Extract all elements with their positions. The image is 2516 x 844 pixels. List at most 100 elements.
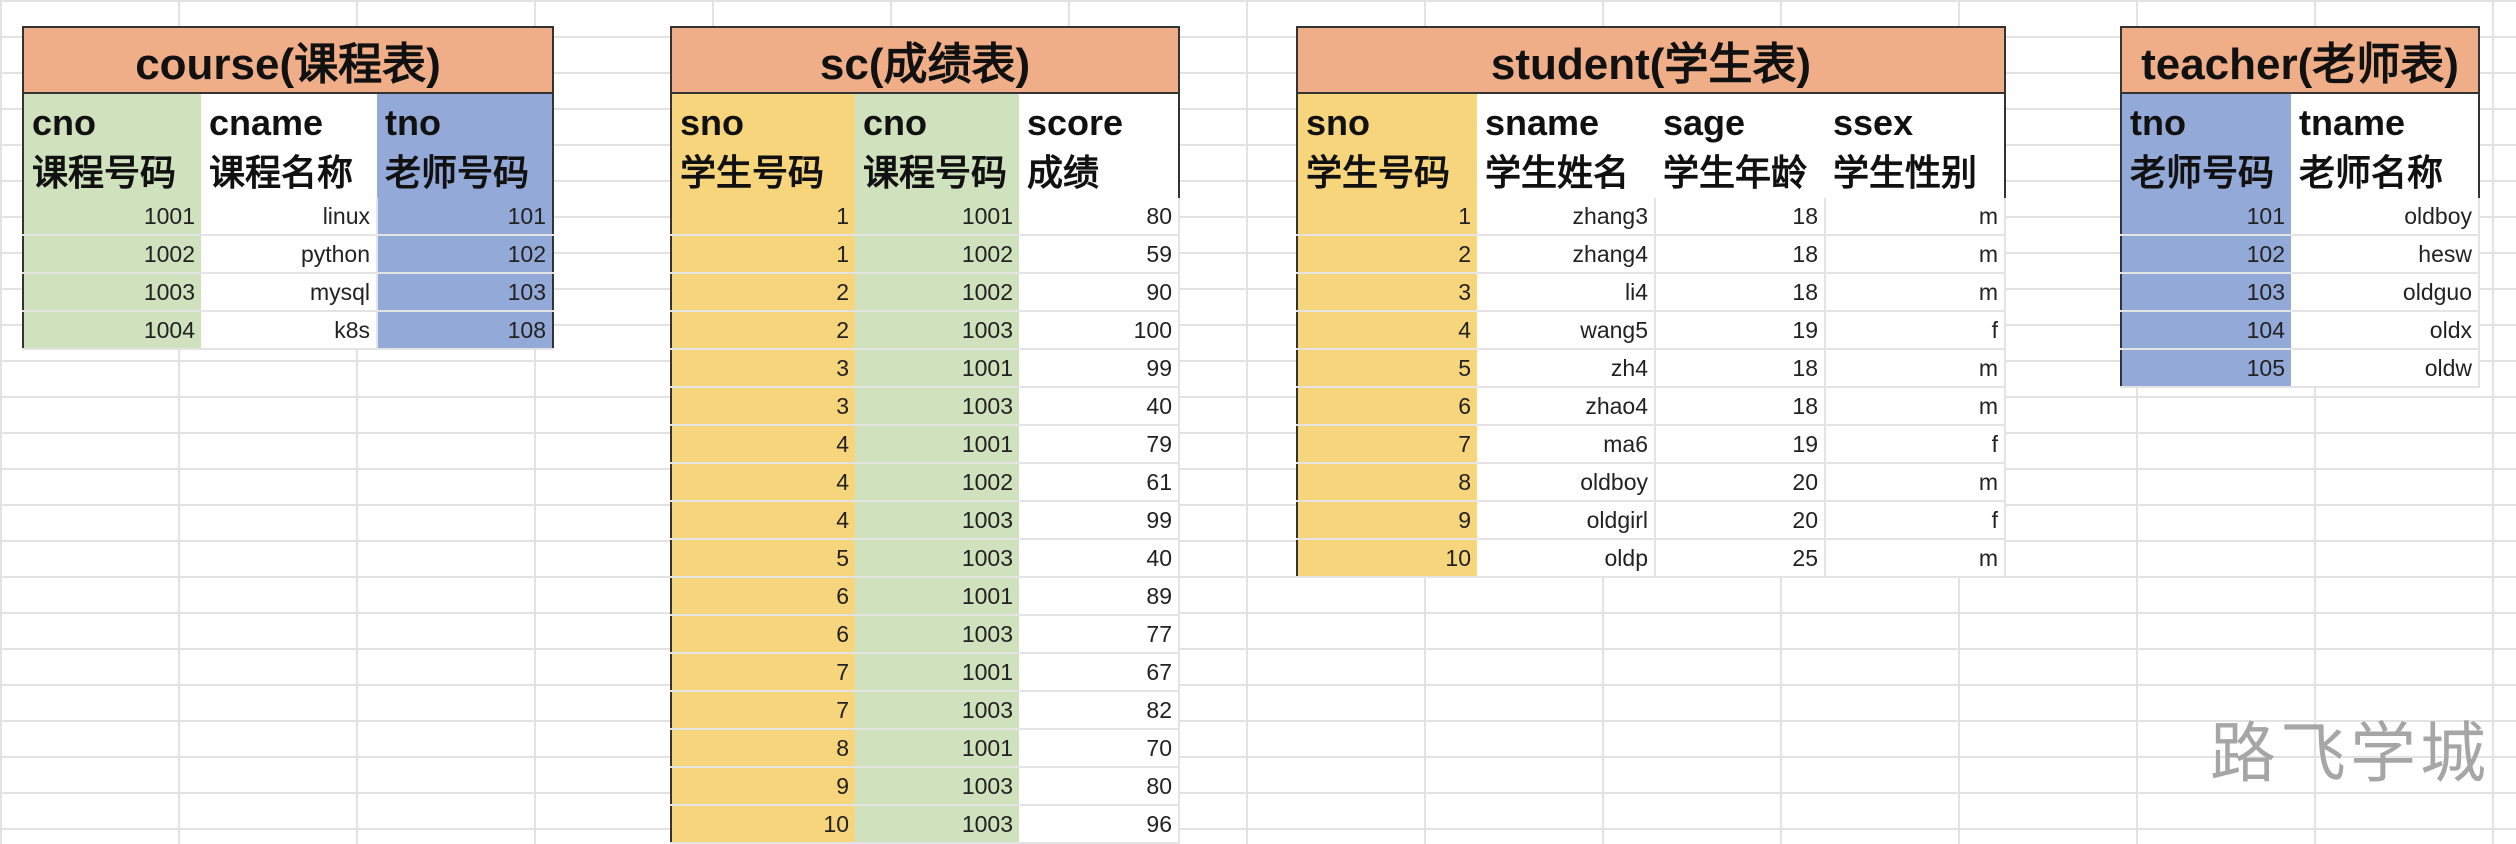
table-cell: m — [1825, 198, 2006, 236]
table-cell: 1001 — [855, 729, 1019, 768]
table-row: 3 1001 99 — [671, 349, 1180, 388]
table-cell: oldx — [2291, 311, 2480, 350]
table-cell: 4 — [1297, 311, 1477, 350]
table-cell: 80 — [1019, 198, 1180, 236]
table-row: 105 oldw — [2121, 349, 2480, 388]
table-cell: 1001 — [855, 577, 1019, 616]
table-row: 1003 mysql 103 — [23, 273, 553, 312]
table-cell: oldw — [2291, 349, 2480, 388]
table-cell: zhang3 — [1477, 198, 1656, 236]
table-cell: mysql — [201, 273, 378, 312]
table-cell: 89 — [1019, 577, 1180, 616]
teacher-table: teacher(老师表) tno 老师号码 tname 老师名称 101 oldboy… — [2120, 26, 2480, 388]
student-header-sname: sname 学生姓名 — [1477, 93, 1655, 198]
table-cell: 1003 — [23, 273, 201, 312]
header-cn: 学生性别 — [1833, 152, 1978, 193]
table-cell: zh4 — [1477, 349, 1656, 388]
table-row: 5 1003 40 — [671, 539, 1180, 578]
watermark-logo: 路飞学城 — [2210, 715, 2490, 792]
table-row: 102 hesw — [2121, 235, 2480, 274]
table-cell: 3 — [671, 349, 855, 388]
table-cell: 5 — [1297, 349, 1477, 388]
header-en: tname — [2299, 102, 2406, 143]
table-cell: f — [1825, 425, 2006, 464]
table-cell: 99 — [1019, 501, 1180, 540]
table-cell: 1002 — [855, 235, 1019, 274]
table-cell: f — [1825, 311, 2006, 350]
table-cell: 2 — [671, 273, 855, 312]
student-header-sno: sno 学生号码 — [1297, 93, 1477, 198]
table-row: 10 1003 96 — [671, 805, 1180, 844]
table-cell: f — [1825, 501, 2006, 540]
table-cell: 18 — [1655, 235, 1826, 274]
header-cn: 课程号码 — [863, 152, 1008, 193]
course-table-body: 1001 linux 101 1002 python 102 1003 mysql 103 100… — [23, 198, 553, 350]
table-cell: m — [1825, 387, 2006, 426]
table-cell: python — [201, 235, 378, 274]
table-cell: 90 — [1019, 273, 1180, 312]
table-row: 4 1003 99 — [671, 501, 1180, 540]
student-header-sage: sage 学生年龄 — [1655, 93, 1825, 198]
table-cell: 2 — [1297, 235, 1477, 274]
course-header-cname: cname 课程名称 — [201, 93, 377, 198]
table-cell: 101 — [2121, 198, 2291, 236]
table-cell: oldboy — [2291, 198, 2480, 236]
header-en: sno — [1306, 102, 1371, 143]
header-en: sno — [680, 102, 745, 143]
table-cell: 6 — [1297, 387, 1477, 426]
table-cell: ma6 — [1477, 425, 1656, 464]
header-en: cno — [32, 102, 97, 143]
header-cn: 成绩 — [1027, 152, 1100, 193]
table-row: 3 1003 40 — [671, 387, 1180, 426]
table-cell: 77 — [1019, 615, 1180, 654]
table-cell: 19 — [1655, 311, 1826, 350]
header-cn: 学生号码 — [1306, 152, 1451, 193]
table-row: 7 ma6 19 f — [1297, 425, 2006, 464]
course-table: course(课程表) cno 课程号码 cname 课程名称 tno 老师号码 10… — [22, 26, 554, 350]
table-cell: 61 — [1019, 463, 1180, 502]
table-cell: k8s — [201, 311, 378, 350]
table-cell: 99 — [1019, 349, 1180, 388]
table-cell: 4 — [671, 425, 855, 464]
table-row: 8 oldboy 20 m — [1297, 463, 2006, 502]
table-cell: 7 — [671, 691, 855, 730]
table-cell: oldguo — [2291, 273, 2480, 312]
table-row: 6 1003 77 — [671, 615, 1180, 654]
student-table-title: student(学生表) — [1297, 27, 2005, 94]
sc-header-score: score 成绩 — [1019, 93, 1179, 198]
table-cell: 25 — [1655, 539, 1826, 578]
course-header-tno: tno 老师号码 — [377, 93, 553, 198]
table-row: 3 li4 18 m — [1297, 273, 2006, 312]
table-cell: 104 — [2121, 311, 2291, 350]
table-cell: m — [1825, 273, 2006, 312]
table-cell: 1004 — [23, 311, 201, 350]
table-cell: 10 — [1297, 539, 1477, 578]
table-cell: 9 — [671, 767, 855, 806]
table-cell: 7 — [1297, 425, 1477, 464]
table-row: 101 oldboy — [2121, 198, 2480, 236]
table-cell: 20 — [1655, 463, 1826, 502]
table-row: 5 zh4 18 m — [1297, 349, 2006, 388]
table-cell: 1001 — [855, 349, 1019, 388]
header-cn: 老师名称 — [2299, 152, 2444, 193]
table-row: 7 1003 82 — [671, 691, 1180, 730]
header-cn: 学生年龄 — [1663, 152, 1808, 193]
student-header-ssex: ssex 学生性别 — [1825, 93, 2005, 198]
table-row: 1 1001 80 — [671, 198, 1180, 236]
table-cell: 102 — [2121, 235, 2291, 274]
course-table-title: course(课程表) — [23, 27, 553, 94]
teacher-table-body: 101 oldboy 102 hesw 103 oldguo 104 oldx 105 oldw — [2121, 198, 2480, 388]
table-cell: 1003 — [855, 615, 1019, 654]
student-table-body: 1 zhang3 18 m 2 zhang4 18 m 3 li4 18 m 4 wang5 19 f 5 zh4… — [1297, 198, 2006, 578]
table-cell: 96 — [1019, 805, 1180, 844]
table-row: 6 1001 89 — [671, 577, 1180, 616]
header-cn: 学生号码 — [680, 152, 825, 193]
table-cell: 18 — [1655, 349, 1826, 388]
table-cell: 1001 — [23, 198, 201, 236]
table-cell: 10 — [671, 805, 855, 844]
student-table: student(学生表) sno 学生号码 sname 学生姓名 sage 学生年龄 … — [1296, 26, 2006, 578]
teacher-table-title: teacher(老师表) — [2121, 27, 2479, 94]
table-row: 8 1001 70 — [671, 729, 1180, 768]
table-cell: 4 — [671, 463, 855, 502]
table-cell: 18 — [1655, 387, 1826, 426]
